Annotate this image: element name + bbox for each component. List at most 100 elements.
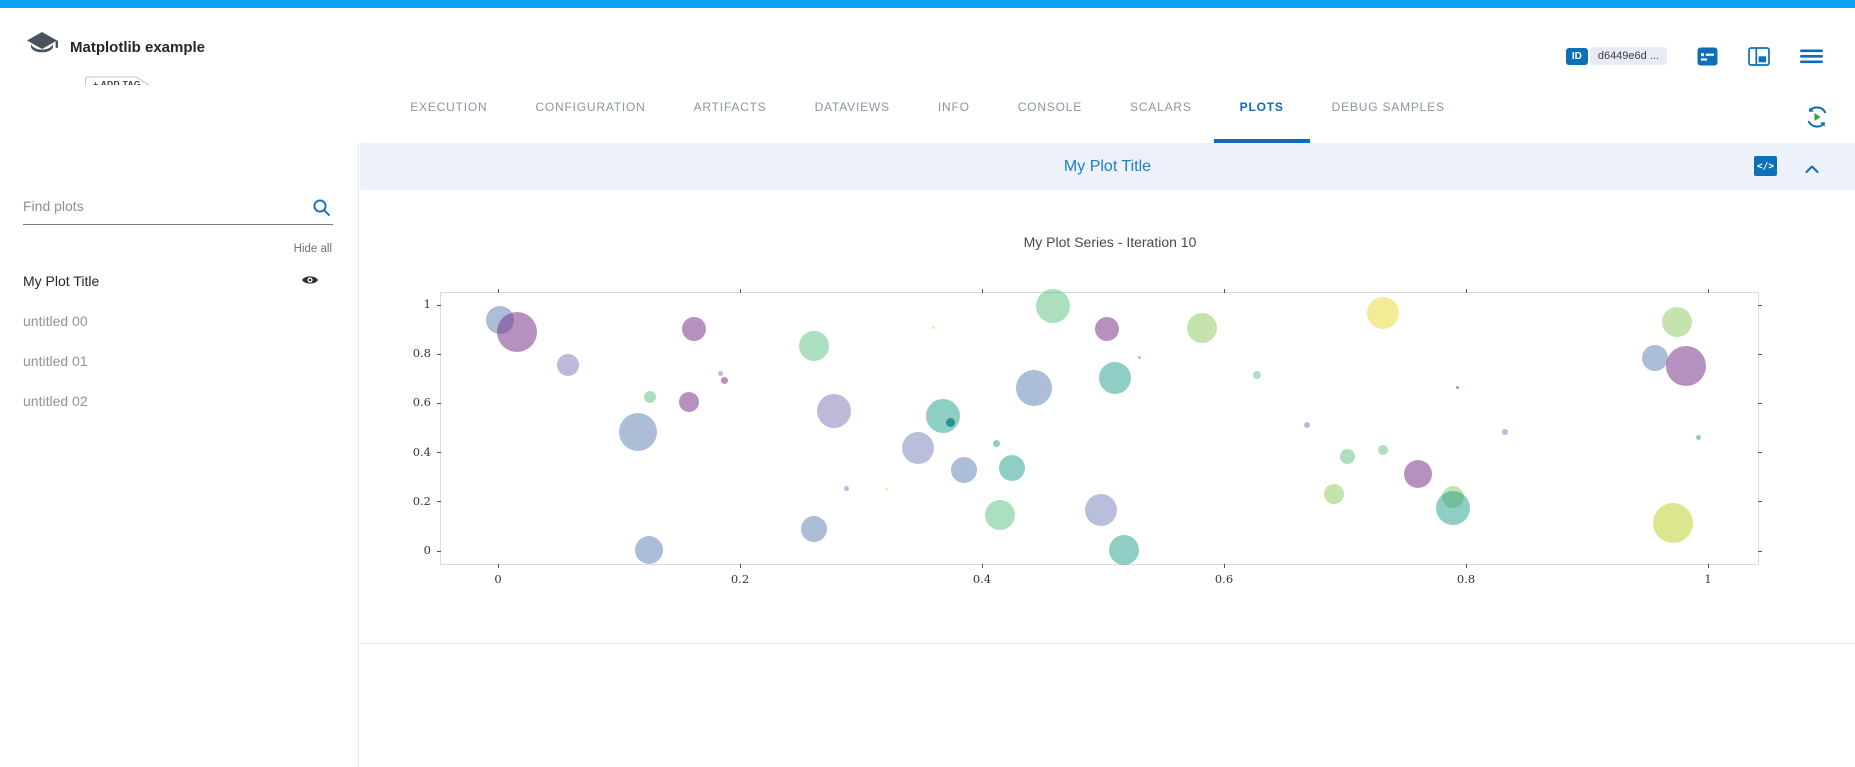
x-tick-label: 0.8: [1444, 572, 1488, 586]
plot-search: [23, 198, 333, 225]
tab-configuration[interactable]: CONFIGURATION: [535, 85, 645, 143]
y-tick: [437, 501, 441, 502]
clearml-logo-icon: [24, 30, 60, 60]
status-bar: [0, 0, 1855, 8]
scatter-point: [801, 516, 827, 542]
x-tick: [740, 564, 741, 568]
y-tick-right: [1758, 354, 1762, 355]
scatter-point: [1653, 503, 1693, 543]
tab-execution[interactable]: EXECUTION: [410, 85, 487, 143]
sidebar-plot-item[interactable]: My Plot Title: [0, 261, 358, 301]
hide-all-link[interactable]: Hide all: [294, 243, 332, 255]
scatter-point: [999, 455, 1025, 481]
x-tick-label: 0: [476, 572, 520, 586]
sidebar-plot-item[interactable]: untitled 00: [0, 301, 358, 341]
y-tick: [437, 551, 441, 552]
tab-dataviews[interactable]: DATAVIEWS: [815, 85, 890, 143]
y-tick: [437, 354, 441, 355]
scatter-point: [799, 331, 829, 361]
scatter-point: [1340, 449, 1355, 464]
refresh-button[interactable]: [1804, 104, 1830, 130]
experiment-id[interactable]: ID d6449e6d ...: [1566, 47, 1667, 65]
tab-artifacts[interactable]: ARTIFACTS: [694, 85, 767, 143]
details-button[interactable]: [1697, 47, 1718, 66]
scatter-point: [682, 317, 706, 341]
scatter-point: [1138, 356, 1141, 359]
scatter-point: [1095, 317, 1119, 341]
id-value: d6449e6d ...: [1590, 47, 1667, 65]
plot-item-label: untitled 00: [23, 313, 88, 329]
y-tick-right: [1758, 305, 1762, 306]
search-icon[interactable]: [312, 198, 331, 217]
scatter-point: [721, 377, 728, 384]
y-tick-right: [1758, 551, 1762, 552]
y-tick-label: 0.4: [393, 445, 431, 459]
x-tick-label: 0.6: [1202, 572, 1246, 586]
x-tick: [498, 564, 499, 568]
scatter-point: [946, 418, 955, 427]
split-view-icon: [1748, 47, 1770, 66]
scatter-point: [1324, 484, 1344, 504]
y-tick-label: 1: [393, 297, 431, 311]
card-divider: [360, 643, 1855, 644]
code-icon[interactable]: </>: [1754, 156, 1777, 176]
scatter-point: [1304, 422, 1310, 428]
x-tick-top: [498, 289, 499, 293]
x-tick: [1708, 564, 1709, 568]
scatter-point: [619, 413, 657, 451]
scatter-point: [644, 391, 656, 403]
scatter-point: [1404, 460, 1432, 488]
eye-icon[interactable]: [301, 274, 319, 286]
collapse-icon[interactable]: [1805, 161, 1819, 179]
tab-bar: EXECUTION CONFIGURATION ARTIFACTS DATAVIEWS…: [0, 85, 1855, 143]
y-tick-label: 0.2: [393, 494, 431, 508]
x-tick-top: [1708, 289, 1709, 293]
scatter-point: [885, 488, 888, 491]
y-tick-label: 0: [393, 543, 431, 557]
split-view-button[interactable]: [1748, 47, 1770, 66]
tab-scalars[interactable]: SCALARS: [1130, 85, 1192, 143]
menu-icon: [1800, 49, 1823, 64]
tab-plots[interactable]: PLOTS: [1240, 85, 1284, 143]
plot-card-title: My Plot Title: [360, 143, 1855, 190]
x-tick-label: 1: [1686, 572, 1730, 586]
experiment-header: Matplotlib example + ADD TAG ID d6449e6d…: [0, 8, 1855, 85]
sidebar-plot-item[interactable]: untitled 02: [0, 381, 358, 421]
scatter-point: [1662, 307, 1692, 337]
search-input[interactable]: [23, 198, 333, 225]
y-tick-right: [1758, 452, 1762, 453]
scatter-point: [817, 394, 851, 428]
tab-console[interactable]: CONSOLE: [1018, 85, 1082, 143]
scatter-point: [497, 312, 537, 352]
x-tick: [1466, 564, 1467, 568]
chart-title: My Plot Series - Iteration 10: [450, 234, 1770, 250]
scatter-point: [718, 371, 723, 376]
plot-list: My Plot Title untitled 00 untitled 01 untit…: [0, 261, 358, 421]
plot-item-label: untitled 01: [23, 353, 88, 369]
id-badge: ID: [1566, 48, 1588, 65]
scatter-point: [1109, 535, 1139, 565]
y-tick-right: [1758, 403, 1762, 404]
refresh-icon: [1804, 104, 1830, 130]
scatter-point: [1696, 435, 1701, 440]
scatter-point: [1187, 313, 1217, 343]
scatter-point: [635, 536, 663, 564]
scatter-point: [993, 440, 1000, 447]
x-tick: [1224, 564, 1225, 568]
experiment-title: Matplotlib example: [70, 39, 205, 56]
x-tick-label: 0.4: [960, 572, 1004, 586]
scatter-point: [1436, 491, 1470, 525]
scatter-point: [1099, 362, 1131, 394]
menu-button[interactable]: [1800, 49, 1823, 64]
scatter-point: [679, 392, 699, 412]
scatter-point: [1666, 346, 1706, 386]
tab-info[interactable]: INFO: [938, 85, 970, 143]
scatter-point: [932, 326, 935, 329]
y-tick-label: 0.6: [393, 395, 431, 409]
sidebar-plot-item[interactable]: untitled 01: [0, 341, 358, 381]
plot-box[interactable]: 00.20.40.60.8100.20.40.60.81: [440, 292, 1759, 565]
x-tick-top: [982, 289, 983, 293]
header-actions: ID d6449e6d ...: [1566, 46, 1823, 66]
scatter-point: [1253, 371, 1261, 379]
tab-debug-samples[interactable]: DEBUG SAMPLES: [1332, 85, 1445, 143]
